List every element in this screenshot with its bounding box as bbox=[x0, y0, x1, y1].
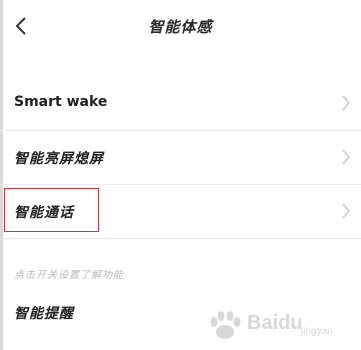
section-note: 点击开关设置了解功能 bbox=[14, 270, 124, 281]
watermark-logo: Baidu jingyan bbox=[205, 310, 355, 342]
watermark-subtext: jingyan bbox=[301, 326, 333, 337]
chevron-right-icon bbox=[341, 149, 351, 165]
chevron-right-icon bbox=[341, 95, 351, 111]
setting-row-smart-screen[interactable]: 智能亮屏熄屏 bbox=[0, 132, 361, 185]
setting-row-smart-reminder[interactable]: 智能提醒 bbox=[14, 303, 74, 323]
setting-row-smart-wake[interactable]: Smart wake bbox=[0, 78, 361, 131]
paw-icon bbox=[210, 311, 241, 339]
watermark-text: Baidu bbox=[247, 312, 303, 334]
chevron-right-icon bbox=[341, 203, 351, 219]
page-title: 智能体感 bbox=[148, 18, 213, 36]
highlight-box bbox=[4, 188, 99, 232]
setting-label: 智能亮屏熄屏 bbox=[14, 151, 104, 167]
setting-label: Smart wake bbox=[14, 94, 108, 110]
top-bar: 智能体感 bbox=[0, 0, 361, 56]
